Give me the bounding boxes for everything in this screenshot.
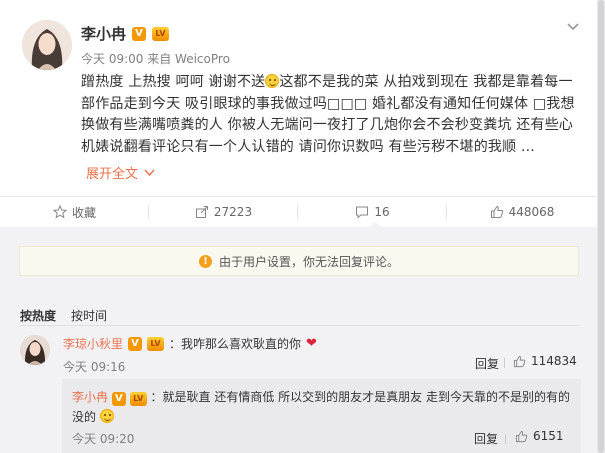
like-button[interactable]: 448068 [447,197,597,227]
comment-time: 今天 09:16 [63,360,126,374]
sub-reply-text: ：就是耿直 还有情商低 所以交到的朋友才是真朋友 走到今天靠的不是别的有的没的 [72,390,570,424]
verified-badge-icon: V [132,26,147,41]
scrollbar[interactable] [597,0,605,453]
comment-count: 16 [374,205,390,219]
favorite-label: 收藏 [71,205,96,220]
action-bar: 收藏 27223 16 448068 [0,196,597,226]
share-icon [195,206,208,218]
comment-text: ：我咋那么喜欢耿直的你 [169,337,302,351]
comment-like-button[interactable]: 114834 [513,354,577,368]
post-meta: 今天 09:00 来自 WeicoPro [81,50,230,67]
comment-icon [356,206,369,219]
comment-sort-tabs: 按热度 按时间 [20,307,107,324]
scrollbar-thumb[interactable] [598,0,604,453]
star-icon [52,205,67,219]
sub-reply: 李小冉 V LV ：就是耿直 还有情商低 所以交到的朋友才是真朋友 走到今天靠的… [62,379,581,453]
post-source[interactable]: 来自 WeicoPro [147,52,230,66]
sub-reply-like-count: 6151 [533,429,564,443]
weibo-card: 李小冉 V LV 今天 09:00 来自 WeicoPro 蹭热度 上热搜 呵呵… [0,0,597,453]
commenter-name[interactable]: 李琼小秋里 [63,335,123,352]
comment-like-count: 114834 [531,354,577,368]
author-name[interactable]: 李小冉 [81,23,126,44]
level-badge-icon: LV [147,336,165,351]
expand-full-text-link[interactable]: 展开全文 [86,163,155,182]
smile-emoji-icon [99,409,114,423]
thumbs-up-icon [490,205,503,218]
verified-badge-icon: V [128,336,143,351]
author-avatar[interactable] [22,20,72,70]
smile-emoji-icon [265,74,280,88]
thumbs-up-icon [515,430,528,442]
level-badge-icon: LV [152,26,170,41]
reply-button[interactable]: 回复 [474,430,498,447]
heart-icon: ❤ [306,336,317,351]
sub-reply-content: 李小冉 V LV ：就是耿直 还有情商低 所以交到的朋友才是真朋友 走到今天靠的… [72,387,570,427]
level-badge-icon: LV [129,392,147,406]
warning-icon: ! [198,254,212,268]
reply-button[interactable]: 回复 [475,355,499,372]
sub-reply-like-button[interactable]: 6151 [515,429,564,443]
divider [20,325,580,326]
reply-author-name[interactable]: 李小冉 [72,390,108,404]
commenter-avatar[interactable] [20,335,50,365]
post-time[interactable]: 今天 09:00 [81,52,143,66]
share-button[interactable]: 27223 [149,197,298,227]
like-count: 448068 [508,205,555,219]
comment-content: 李琼小秋里 V LV ：我咋那么喜欢耿直的你 ❤ [63,335,317,352]
post-text: 蹭热度 上热搜 呵呵 谢谢不送 这都不是我的菜 从拍戏到现在 我都是靠着每一部作品… [81,74,575,155]
verified-badge-icon: V [111,392,126,406]
chevron-down-icon[interactable] [566,20,580,34]
tab-sort-hot[interactable]: 按热度 [20,307,56,324]
chevron-down-icon [144,168,155,176]
thumbs-up-icon [513,355,526,367]
comments-section: ! 由于用户设置，你无法回复评论。 按热度 按时间 李琼小秋里 V LV ：我咋… [0,227,597,453]
notice-text: 由于用户设置，你无法回复评论。 [218,254,399,269]
tab-sort-time[interactable]: 按时间 [71,307,107,324]
reply-disabled-notice: ! 由于用户设置，你无法回复评论。 [19,246,579,276]
sub-reply-time: 今天 09:20 [72,432,135,446]
share-count: 27223 [213,205,253,219]
favorite-button[interactable]: 收藏 [0,197,149,227]
author-name-row: 李小冉 V LV [81,23,170,44]
expand-label: 展开全文 [86,167,139,182]
